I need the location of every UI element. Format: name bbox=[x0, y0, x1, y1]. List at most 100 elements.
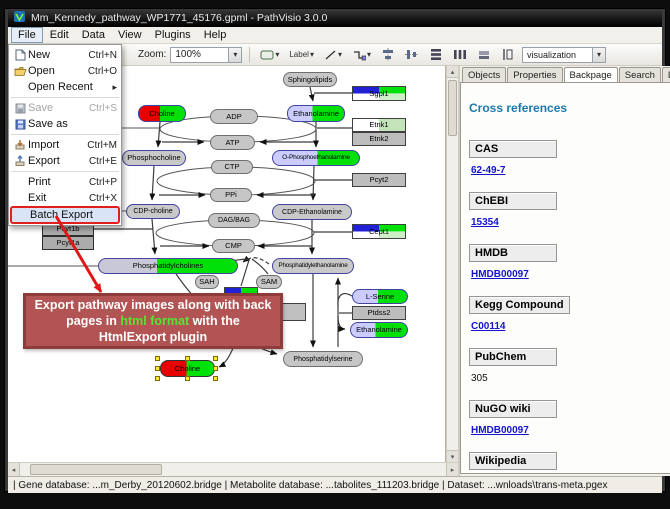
file-menu: NewCtrl+N OpenCtrl+O Open Recent SaveCtr… bbox=[8, 44, 122, 226]
gene-box-pcyt1a[interactable]: Pcyt1a bbox=[42, 236, 94, 250]
gene-box-etnk1[interactable]: Etnk1 bbox=[352, 118, 406, 132]
tab-legend[interactable]: Legend bbox=[662, 67, 670, 82]
selection-handle[interactable] bbox=[185, 356, 190, 361]
chevron-down-icon[interactable] bbox=[228, 48, 241, 62]
canvas-horizontal-scrollbar[interactable]: ◂ ▸ bbox=[8, 462, 458, 476]
xref-link[interactable]: C00114 bbox=[471, 321, 670, 332]
menu-view[interactable]: View bbox=[112, 28, 148, 42]
scroll-up-icon[interactable]: ▴ bbox=[447, 66, 458, 78]
backpage-panel: Cross references CAS 62-49-7 ChEBI 15354… bbox=[460, 82, 670, 474]
menu-bar: File Edit Data View Plugins Help bbox=[8, 27, 662, 44]
file-menu-item-print[interactable]: PrintCtrl+P bbox=[9, 174, 121, 190]
distribute-vertical-button[interactable] bbox=[426, 46, 446, 64]
file-menu-item-save[interactable]: SaveCtrl+S bbox=[9, 100, 121, 116]
new-datanode-button[interactable] bbox=[257, 46, 282, 64]
tab-objects[interactable]: Objects bbox=[462, 67, 506, 82]
title-bar: Mm_Kennedy_pathway_WP1771_45176.gpml - P… bbox=[8, 9, 662, 27]
node-phosphatidylcholines[interactable]: Phosphatidylcholines bbox=[98, 258, 238, 274]
node-sphingolipids[interactable]: Sphingolipids bbox=[283, 72, 337, 87]
gene-box-etnk2[interactable]: Etnk2 bbox=[352, 132, 406, 146]
chevron-down-icon[interactable] bbox=[592, 48, 605, 62]
selection-handle[interactable] bbox=[213, 356, 218, 361]
node-ethanolamine-bottom[interactable]: Ethanolamine bbox=[350, 322, 408, 338]
node-ctp[interactable]: CTP bbox=[211, 160, 253, 174]
menu-data[interactable]: Data bbox=[76, 28, 111, 42]
canvas-vertical-scrollbar[interactable]: ▴ ▾ bbox=[446, 66, 458, 462]
node-phosphocholine[interactable]: Phosphocholine bbox=[122, 150, 186, 166]
node-dag[interactable]: DAG/BAG bbox=[208, 213, 260, 228]
tab-properties[interactable]: Properties bbox=[507, 67, 562, 82]
selection-handle[interactable] bbox=[185, 376, 190, 381]
xref-source-name: PubChem bbox=[469, 348, 557, 366]
gene-box-cept1[interactable]: Cept1 bbox=[352, 224, 406, 239]
node-l-serine[interactable]: L-Serine bbox=[352, 289, 408, 304]
selection-handle[interactable] bbox=[213, 376, 218, 381]
gene-box-sgpl1[interactable]: Sgpl1 bbox=[352, 86, 406, 101]
node-ethanolamine[interactable]: Ethanolamine bbox=[287, 105, 345, 122]
tab-backpage[interactable]: Backpage bbox=[564, 67, 618, 82]
selection-handle[interactable] bbox=[155, 356, 160, 361]
xref-link[interactable]: 15354 bbox=[471, 217, 670, 228]
node-phosphatidylserine[interactable]: Phosphatidylserine bbox=[283, 351, 363, 367]
new-line-button[interactable] bbox=[321, 46, 345, 64]
node-choline[interactable]: Choline bbox=[138, 105, 186, 122]
node-cmp[interactable]: CMP bbox=[212, 239, 255, 253]
file-menu-item-open-recent[interactable]: Open Recent bbox=[9, 79, 121, 95]
node-cdp-choline[interactable]: CDP-choline bbox=[126, 204, 180, 219]
scrollbar-thumb[interactable] bbox=[30, 464, 162, 475]
menu-file[interactable]: File bbox=[11, 27, 43, 43]
node-sam[interactable]: SAM bbox=[256, 275, 282, 289]
xref-section-pubchem: PubChem 305 bbox=[469, 347, 670, 384]
xref-source-name: Kegg Compound bbox=[469, 296, 570, 314]
distribute-horizontal-button[interactable] bbox=[450, 46, 470, 64]
common-height-button[interactable] bbox=[498, 46, 518, 64]
node-cdp-ethanolamine[interactable]: CDP-Ethanolamine bbox=[272, 204, 352, 220]
annotation-highlight: html format bbox=[120, 314, 189, 328]
common-width-button[interactable] bbox=[474, 46, 494, 64]
node-o-phosphoethanolamine[interactable]: O-Phosphoethanolamine bbox=[272, 150, 360, 166]
file-menu-item-batch-export[interactable]: Batch Export bbox=[11, 207, 119, 223]
node-atp[interactable]: ATP bbox=[210, 135, 255, 150]
new-label-button[interactable]: Label bbox=[286, 46, 317, 64]
selection-handle[interactable] bbox=[155, 376, 160, 381]
file-menu-item-import[interactable]: ImportCtrl+M bbox=[9, 137, 121, 153]
gene-box-unlabeled[interactable] bbox=[280, 303, 306, 321]
file-menu-item-new[interactable]: NewCtrl+N bbox=[9, 47, 121, 63]
common-height-icon bbox=[501, 48, 515, 61]
node-adp[interactable]: ADP bbox=[210, 109, 258, 124]
file-menu-item-exit[interactable]: ExitCtrl+X bbox=[9, 190, 121, 206]
zoom-combobox[interactable]: 100% bbox=[170, 47, 242, 63]
align-horizontal-center-button[interactable] bbox=[378, 46, 398, 64]
status-bar: | Gene database: ...m_Derby_20120602.bri… bbox=[8, 476, 662, 493]
xref-link[interactable]: HMDB00097 bbox=[471, 269, 670, 280]
new-connector-button[interactable] bbox=[349, 46, 374, 64]
side-panel: Objects Properties Backpage Search Legen… bbox=[460, 66, 670, 476]
scroll-left-icon[interactable]: ◂ bbox=[8, 463, 20, 476]
tab-search[interactable]: Search bbox=[619, 67, 661, 82]
xref-link[interactable]: 62-49-7 bbox=[471, 165, 670, 176]
gene-box-pcyt2[interactable]: Pcyt2 bbox=[352, 173, 406, 187]
file-menu-item-save-as[interactable]: Save as bbox=[9, 116, 121, 132]
gene-box-ptdss2[interactable]: Ptdss2 bbox=[352, 306, 406, 320]
menu-plugins[interactable]: Plugins bbox=[149, 28, 197, 42]
file-menu-item-export[interactable]: ExportCtrl+E bbox=[9, 153, 121, 169]
cross-references-heading: Cross references bbox=[469, 101, 670, 115]
selection-handle[interactable] bbox=[213, 366, 218, 371]
save-as-icon bbox=[12, 119, 28, 130]
scrollbar-thumb[interactable] bbox=[448, 80, 457, 136]
node-sah[interactable]: SAH bbox=[195, 275, 219, 289]
xref-link[interactable]: HMDB00097 bbox=[471, 425, 670, 436]
scroll-down-icon[interactable]: ▾ bbox=[447, 450, 458, 462]
menu-edit[interactable]: Edit bbox=[44, 28, 75, 42]
file-menu-item-open[interactable]: OpenCtrl+O bbox=[9, 63, 121, 79]
node-ppi[interactable]: PPi bbox=[210, 188, 252, 202]
export-icon bbox=[12, 155, 28, 167]
align-vertical-center-button[interactable] bbox=[402, 46, 422, 64]
node-choline-selected[interactable]: Choline bbox=[160, 360, 215, 377]
node-phosphatidylethanolamine[interactable]: Phosphatidylethanolamine bbox=[272, 258, 354, 274]
scroll-right-icon[interactable]: ▸ bbox=[446, 463, 458, 476]
visualization-combobox[interactable]: visualization bbox=[522, 47, 606, 63]
label-button-text: Label bbox=[289, 50, 309, 59]
menu-help[interactable]: Help bbox=[198, 28, 233, 42]
selection-handle[interactable] bbox=[155, 366, 160, 371]
